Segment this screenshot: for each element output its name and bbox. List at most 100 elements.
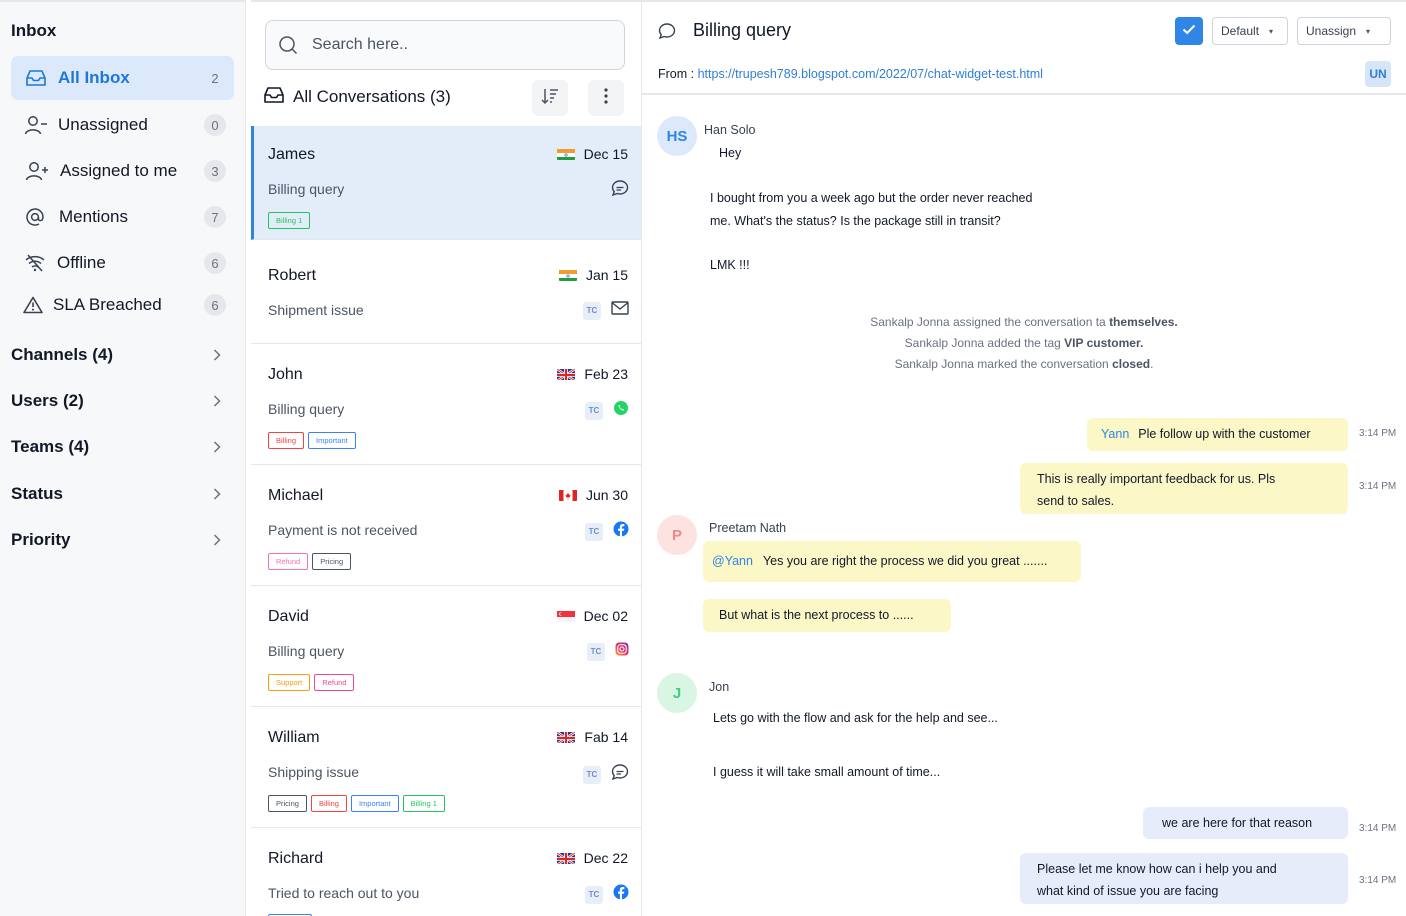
sidebar-title: Inbox <box>11 21 57 40</box>
sidebar-section-status[interactable]: Status <box>11 476 226 512</box>
more-options-button[interactable] <box>588 80 624 116</box>
at-icon <box>23 205 47 229</box>
default-select[interactable]: Default ▾ <box>1212 17 1288 45</box>
from-url-link[interactable]: https://trupesh789.blogspot.com/2022/07/… <box>698 67 1043 81</box>
sidebar-item-offline[interactable]: Offline 6 <box>11 241 234 285</box>
section-label: Teams (4) <box>11 437 90 456</box>
date-text: Dec 02 <box>583 608 628 624</box>
message-text: we are here for that reason <box>1162 816 1313 830</box>
message-text: But what is the next process to ...... <box>719 608 914 622</box>
chat-panel: Billing query Default ▾ Unassign ▾ From … <box>642 0 1406 916</box>
search-box <box>265 20 625 70</box>
sidebar-section-teams[interactable]: Teams (4) <box>11 429 226 465</box>
sidebar-item-label: Mentions <box>59 207 128 226</box>
system-event: Sankalp Jonna marked the conversation cl… <box>894 357 1154 371</box>
conversation-item-david[interactable]: David Dec 02 Billing query TC Support Re… <box>251 586 641 707</box>
conversation-name: Michael <box>268 487 324 504</box>
message-time: 3:14 PM <box>1359 823 1397 834</box>
uk-flag-icon <box>556 852 575 864</box>
sidebar-item-label: SLA Breached <box>53 295 162 314</box>
uk-flag-icon <box>557 368 576 380</box>
tc-badge: TC <box>585 401 603 420</box>
conversation-item-michael[interactable]: Michael Jun 30 Payment is not received T… <box>251 465 641 586</box>
tag-billing: Billing <box>268 432 305 449</box>
chat-title: Billing query <box>693 20 792 40</box>
conversation-item-james[interactable]: James Dec 15 Billing query Billing 1 <box>251 126 641 240</box>
sort-icon <box>541 87 559 110</box>
tc-badge: TC <box>585 885 603 904</box>
sidebar-item-all-inbox[interactable]: All Inbox 2 <box>11 56 234 100</box>
sidebar-item-count: 7 <box>204 206 226 228</box>
conversation-icons: TC <box>585 400 629 421</box>
tag-important: Important <box>350 795 399 812</box>
message-text: LMK !!! <box>710 258 750 272</box>
outgoing-message: Please let me know how can i help you an… <box>1020 853 1348 904</box>
message-bubble: But what is the next process to ...... <box>703 599 951 632</box>
warning-icon <box>21 293 45 317</box>
search-input[interactable] <box>312 31 612 59</box>
conversation-subject: Billing query <box>268 643 345 659</box>
conversation-subject: Payment is not received <box>268 522 418 538</box>
sort-button[interactable] <box>532 80 568 116</box>
conversation-item-richard[interactable]: Richard Dec 22 Tried to reach out to you… <box>251 828 641 916</box>
tag-pricing: Pricing <box>312 553 352 570</box>
sidebar-item-sla-breached[interactable]: SLA Breached 6 <box>11 283 234 327</box>
date-text: Jun 30 <box>585 487 628 503</box>
conversation-date: Dec 15 <box>556 146 628 162</box>
sidebar-item-assigned-to-me[interactable]: Assigned to me 3 <box>11 149 234 193</box>
note-text: send to sales. <box>1037 494 1115 508</box>
chat-header: Billing query Default ▾ Unassign ▾ From … <box>642 2 1406 95</box>
sidebar-section-priority[interactable]: Priority <box>11 522 226 558</box>
system-event: Sankalp Jonna assigned the conversation … <box>642 312 1406 333</box>
sidebar-item-label: All Inbox <box>58 68 130 87</box>
sidebar-item-mentions[interactable]: Mentions 7 <box>11 195 234 239</box>
sidebar-section-channels[interactable]: Channels (4) <box>11 337 226 373</box>
inbox-icon <box>24 66 48 90</box>
conversation-name: Robert <box>268 267 317 284</box>
outgoing-message: we are here for that reason <box>1143 807 1348 839</box>
sidebar-item-label: Unassigned <box>58 115 148 134</box>
unassign-select[interactable]: Unassign ▾ <box>1297 17 1391 45</box>
sidebar-item-label: Offline <box>57 253 106 272</box>
sidebar-item-count: 2 <box>211 70 219 86</box>
inbox-sidebar: Inbox All Inbox 2 Unassigned 0 Assigned … <box>0 0 246 916</box>
tag-billing-1: Billing 1 <box>402 795 445 812</box>
sidebar-item-unassigned[interactable]: Unassigned 0 <box>11 103 234 147</box>
tag-refund: Refund <box>268 553 309 570</box>
sidebar-item-label: Assigned to me <box>60 161 178 180</box>
tc-badge: TC <box>583 765 601 784</box>
conversation-date: Jan 15 <box>558 267 628 283</box>
message-time: 3:14 PM <box>1359 481 1397 492</box>
message-bubble: @Yann Yes you are right the process we di… <box>703 541 1081 582</box>
tc-badge: TC <box>585 522 603 541</box>
message-time: 3:14 PM <box>1359 428 1397 439</box>
search-icon <box>278 35 298 60</box>
date-text: Dec 15 <box>583 146 628 162</box>
chat-bubble-icon <box>611 179 629 202</box>
date-text: Feb 23 <box>584 366 628 382</box>
sidebar-item-count: 6 <box>204 294 226 316</box>
sidebar-section-users[interactable]: Users (2) <box>11 383 226 419</box>
canada-flag-icon <box>558 489 577 501</box>
singapore-flag-icon <box>556 610 575 622</box>
facebook-icon <box>613 884 629 905</box>
message-text: what kind of issue you are facing <box>1037 884 1219 898</box>
conversation-subject: Shipping issue <box>268 764 360 780</box>
chat-bubble-icon <box>611 763 629 786</box>
conversation-tags: Pricing Billing Important Billing 1 <box>268 795 445 812</box>
user-plus-icon <box>25 159 49 183</box>
system-bold: closed <box>1112 357 1151 371</box>
conversation-icons: TC <box>587 642 629 661</box>
india-flag-icon <box>556 148 575 160</box>
conversation-item-william[interactable]: William Fab 14 Shipping issue TC Pricing… <box>251 707 641 828</box>
conversation-item-john[interactable]: John Feb 23 Billing query TC Billing Imp… <box>251 344 641 465</box>
envelope-icon <box>611 301 629 320</box>
resolve-button[interactable] <box>1175 17 1203 45</box>
date-text: Jan 15 <box>585 267 628 283</box>
conversation-date: Dec 02 <box>556 608 628 624</box>
sidebar-item-count: 3 <box>204 160 226 182</box>
assignee-badge[interactable]: UN <box>1365 61 1391 87</box>
india-flag-icon <box>558 269 577 281</box>
section-label: Users (2) <box>11 391 84 410</box>
conversation-item-robert[interactable]: Robert Jan 15 Shipment issue TC <box>251 240 641 344</box>
